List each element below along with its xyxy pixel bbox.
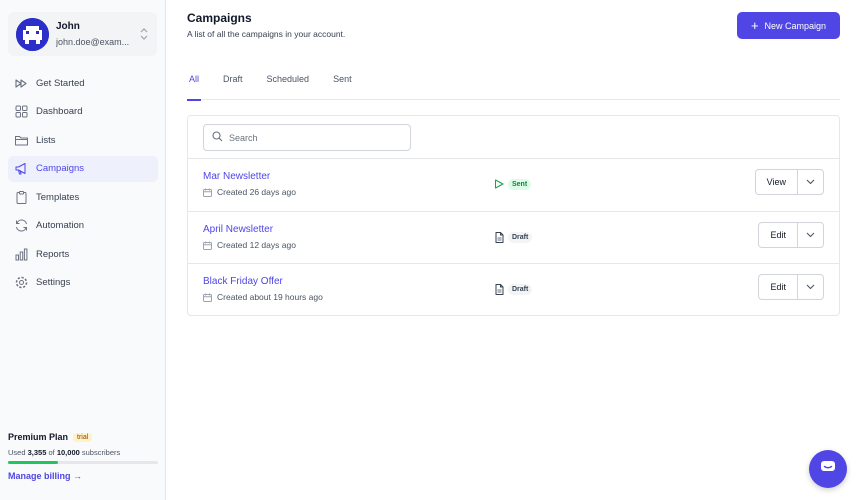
usage-prefix: Used bbox=[8, 448, 26, 457]
table-row: April Newsletter Created 12 days ago Dra… bbox=[188, 211, 839, 263]
plan-badge: trial bbox=[73, 432, 93, 442]
sidebar-item-lists[interactable]: Lists bbox=[8, 127, 158, 153]
sidebar-item-label: Automation bbox=[36, 220, 85, 231]
row-actions: Edit bbox=[758, 222, 824, 248]
campaign-created: Created 26 days ago bbox=[217, 187, 296, 197]
usage-used: 3,355 bbox=[27, 448, 47, 457]
sidebar-item-label: Settings bbox=[36, 277, 71, 288]
gear-icon bbox=[14, 275, 29, 290]
usage-progress-fill bbox=[8, 461, 59, 464]
user-menu[interactable]: John john.doe@exam... bbox=[8, 12, 157, 56]
table-row: Black Friday Offer Created about 19 hour… bbox=[188, 263, 839, 315]
status-badge: Draft bbox=[508, 231, 533, 243]
plan-usage: Used 3,355 of 10,000 subscribers bbox=[8, 448, 158, 457]
plan-name: Premium Plan bbox=[8, 432, 69, 442]
edit-button[interactable]: Edit bbox=[759, 275, 798, 299]
document-icon bbox=[493, 231, 505, 243]
document-icon bbox=[493, 283, 505, 295]
chat-icon bbox=[820, 460, 836, 479]
avatar bbox=[16, 17, 49, 51]
tab-all[interactable]: All bbox=[187, 68, 202, 101]
sidebar-item-settings[interactable]: Settings bbox=[8, 270, 158, 296]
play-forward-icon bbox=[14, 76, 29, 91]
user-email: john.doe@exam... bbox=[56, 36, 130, 47]
manage-billing-link[interactable]: Manage billing → bbox=[8, 471, 82, 481]
table-row: Mar Newsletter Created 26 days ago Sent … bbox=[188, 158, 839, 210]
calendar-icon bbox=[203, 293, 212, 302]
chevron-down-icon[interactable] bbox=[798, 170, 823, 194]
sidebar-nav: Get Started Dashboard Lists Campaigns Te… bbox=[8, 70, 158, 298]
page-subtitle: A list of all the campaigns in your acco… bbox=[187, 29, 346, 39]
folder-icon bbox=[14, 133, 29, 148]
sidebar-item-label: Campaigns bbox=[36, 163, 85, 174]
campaign-name-link[interactable]: Mar Newsletter bbox=[203, 171, 270, 182]
calendar-icon bbox=[203, 241, 212, 250]
status: Draft bbox=[493, 283, 533, 295]
user-name: John bbox=[56, 20, 80, 32]
search-input[interactable] bbox=[229, 132, 399, 143]
chevron-down-icon[interactable] bbox=[798, 275, 823, 299]
plus-icon: + bbox=[750, 17, 759, 33]
status: Draft bbox=[493, 231, 533, 243]
usage-total: 10,000 bbox=[56, 448, 80, 457]
chevron-down-icon[interactable] bbox=[798, 223, 823, 247]
sidebar-item-reports[interactable]: Reports bbox=[8, 241, 158, 267]
sidebar-item-label: Templates bbox=[36, 191, 80, 203]
sidebar-item-automation[interactable]: Automation bbox=[8, 213, 158, 239]
campaign-created: Created 12 days ago bbox=[217, 240, 296, 250]
campaign-name-link[interactable]: April Newsletter bbox=[203, 224, 273, 235]
calendar-icon bbox=[203, 188, 212, 197]
campaign-tabs: All Draft Scheduled Sent bbox=[187, 68, 840, 101]
refresh-icon bbox=[14, 218, 29, 233]
page-title: Campaigns bbox=[187, 11, 252, 25]
usage-of: of bbox=[48, 448, 55, 457]
sidebar-item-campaigns[interactable]: Campaigns bbox=[8, 155, 158, 182]
row-actions: Edit bbox=[758, 274, 824, 300]
tab-scheduled[interactable]: Scheduled bbox=[265, 68, 312, 100]
search-icon bbox=[212, 129, 223, 147]
chat-support-button[interactable] bbox=[809, 450, 847, 488]
sidebar-item-label: Lists bbox=[36, 134, 56, 146]
sidebar-item-get-started[interactable]: Get Started bbox=[8, 70, 158, 96]
grid-icon bbox=[14, 104, 29, 119]
megaphone-icon bbox=[14, 161, 29, 176]
status-badge: Draft bbox=[508, 283, 533, 295]
plan-summary: Premium Plan trial Used 3,355 of 10,000 … bbox=[8, 432, 158, 484]
view-button[interactable]: View bbox=[755, 170, 798, 194]
sidebar-item-label: Dashboard bbox=[36, 106, 83, 117]
clipboard-icon bbox=[14, 190, 29, 205]
sidebar-item-dashboard[interactable]: Dashboard bbox=[8, 99, 158, 125]
sidebar-item-templates[interactable]: Templates bbox=[8, 184, 158, 210]
new-campaign-label: New Campaign bbox=[764, 20, 827, 31]
sidebar: John john.doe@exam... Get Started Dashbo… bbox=[0, 0, 166, 500]
status: Sent bbox=[493, 178, 532, 190]
usage-progress-bar bbox=[8, 461, 158, 464]
tab-sent[interactable]: Sent bbox=[331, 68, 354, 100]
search-box bbox=[203, 124, 411, 151]
sidebar-item-label: Reports bbox=[36, 248, 70, 260]
row-actions: View bbox=[754, 169, 824, 195]
bar-chart-icon bbox=[14, 247, 29, 262]
usage-unit: subscribers bbox=[81, 448, 121, 457]
campaign-created: Created about 19 hours ago bbox=[217, 292, 323, 302]
send-icon bbox=[493, 178, 505, 190]
new-campaign-button[interactable]: + New Campaign bbox=[737, 12, 840, 39]
tab-draft[interactable]: Draft bbox=[221, 68, 245, 100]
chevron-up-down-icon bbox=[139, 27, 149, 41]
campaign-list-panel: Mar Newsletter Created 26 days ago Sent … bbox=[187, 115, 840, 316]
campaign-name-link[interactable]: Black Friday Offer bbox=[203, 276, 283, 287]
status-badge: Sent bbox=[508, 178, 532, 190]
sidebar-item-label: Get Started bbox=[36, 77, 85, 89]
edit-button[interactable]: Edit bbox=[759, 223, 798, 247]
